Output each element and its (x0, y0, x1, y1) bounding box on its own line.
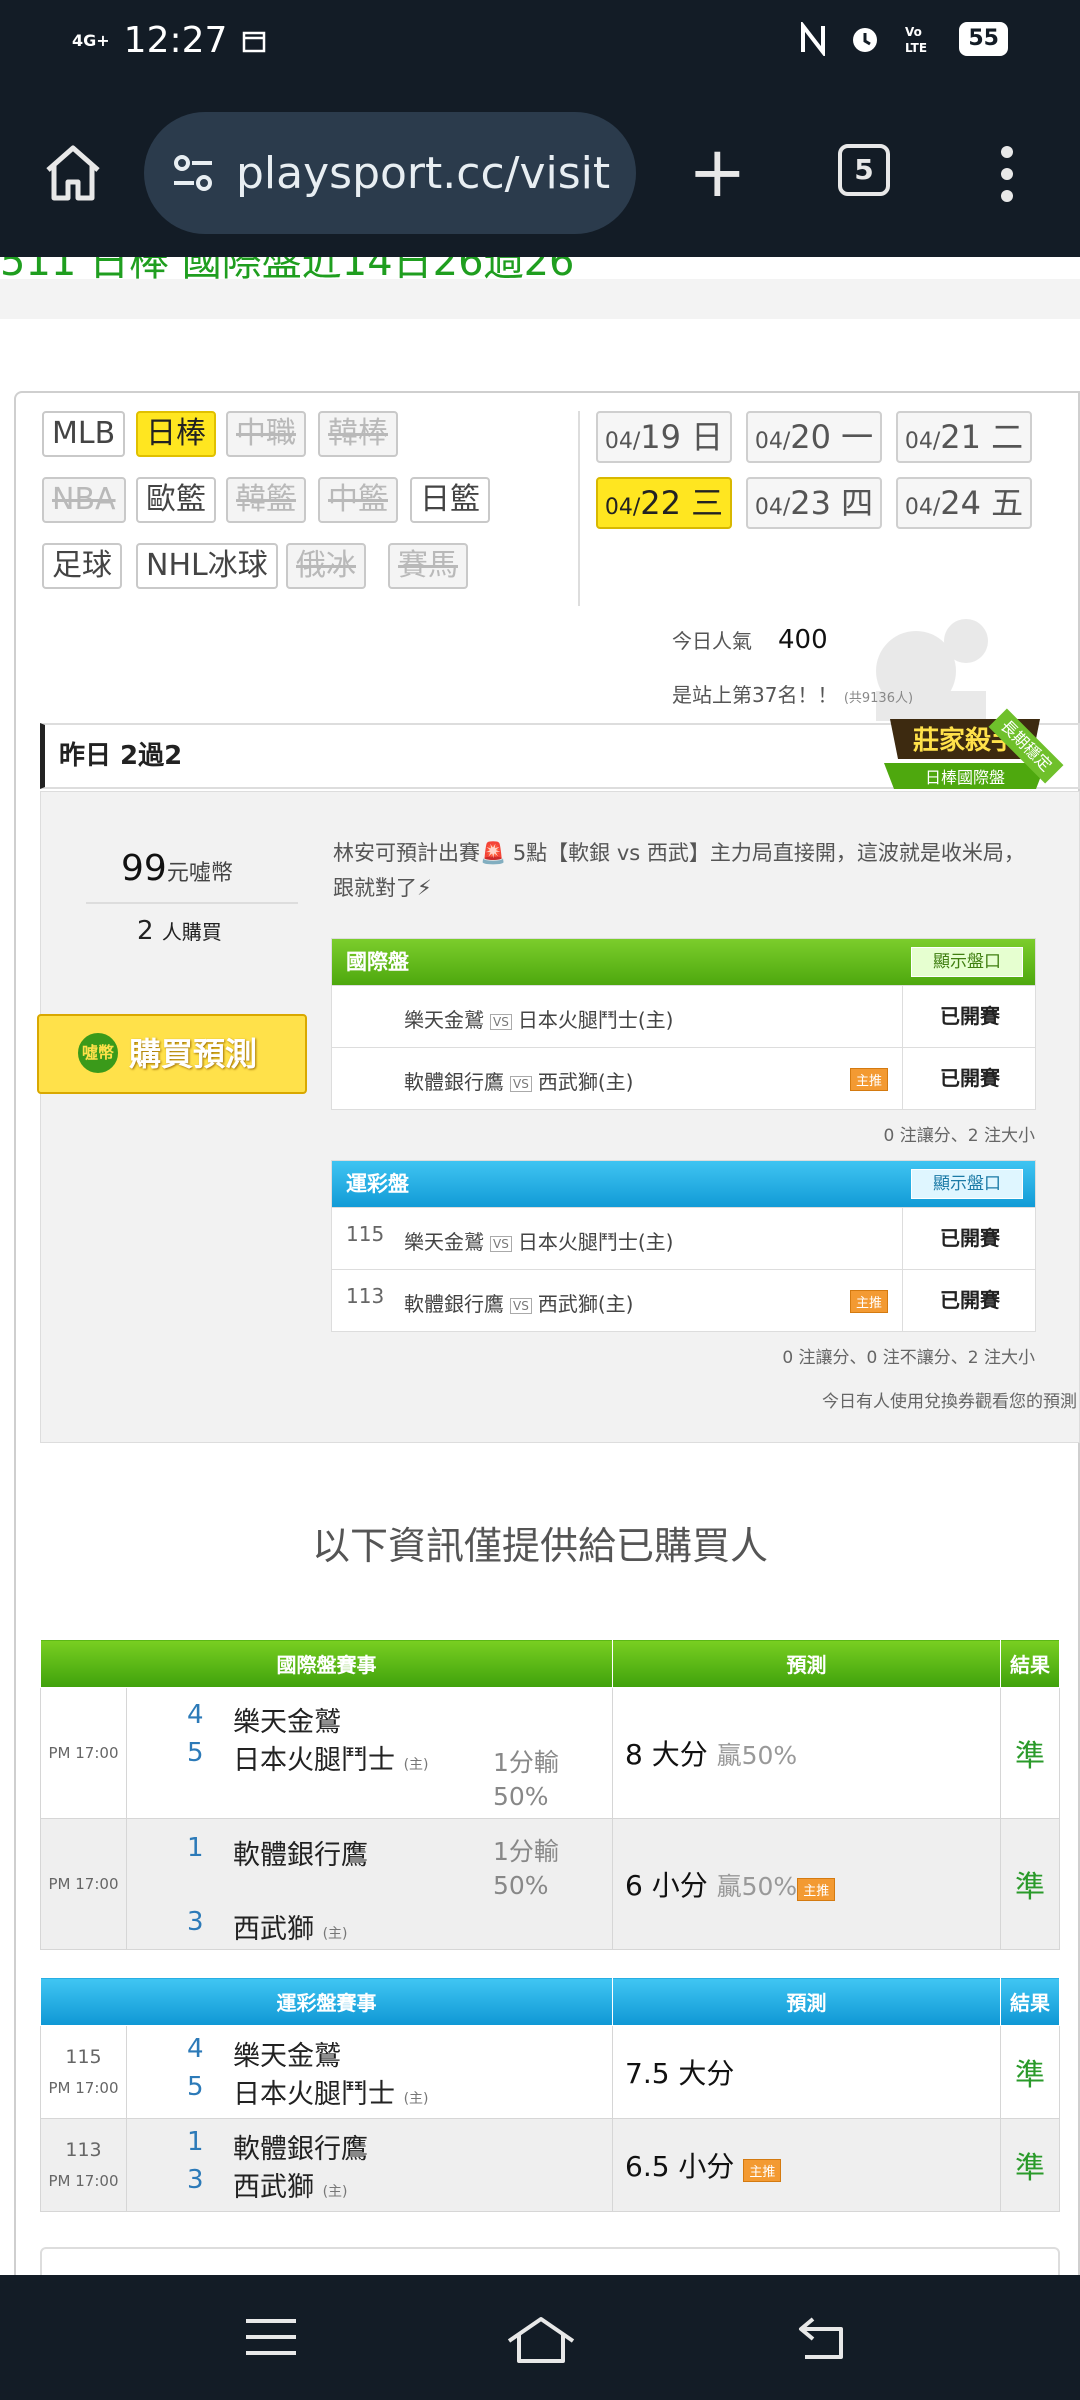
sport-khl[interactable]: 俄冰 (286, 543, 366, 589)
calendar-icon (243, 31, 266, 52)
buyer-only-heading: 以下資訊僅提供給已購買人 (311, 1524, 768, 1568)
home-icon[interactable] (40, 140, 106, 206)
sport-horse-racing[interactable]: 賽馬 (388, 543, 468, 589)
site-settings-icon[interactable] (168, 148, 218, 198)
voucher-note: 今日有人使用兌換券觀看您的預測 (822, 1392, 1077, 1412)
buyer-count: 2 人購買 (137, 916, 222, 946)
recents-icon[interactable] (244, 2315, 298, 2359)
table-row: 軟體銀行鷹 VS 西武獅(主) 主推 已開賽 (332, 1047, 1035, 1109)
divider (578, 411, 580, 606)
sport-soccer[interactable]: 足球 (42, 543, 122, 589)
intl-results-table: 國際盤賽事 預測 結果 PM 17:00 4 樂天金鷲 5 日本火腿鬥士 (主)… (40, 1639, 1060, 1950)
table-row: PM 17:00 4 樂天金鷲 5 日本火腿鬥士 (主) 1分輸 50% 8 大分… (40, 1687, 1060, 1819)
table-row: 113 軟體銀行鷹 VS 西武獅(主) 主推 已開賽 (332, 1269, 1035, 1331)
intl-market-table: 國際盤 顯示盤口 樂天金鷲 VS 日本火腿鬥士(主) 已開賽 軟體銀行鷹 VS 西武獅(主… (331, 938, 1036, 1146)
next-card (40, 2247, 1060, 2275)
sport-npb[interactable]: 日棒 (136, 411, 216, 457)
svg-text:Vo: Vo (905, 25, 922, 39)
sport-kbo[interactable]: 韓棒 (318, 411, 398, 457)
browser-toolbar: playsport.cc/visit + 5 (0, 92, 1080, 257)
address-bar[interactable]: playsport.cc/visit (144, 112, 636, 234)
popularity-value: 400 (778, 625, 828, 655)
sport-bleague[interactable]: 日籃 (410, 477, 490, 523)
date-0424[interactable]: 04/24 五 (896, 477, 1032, 529)
main-pick-tag: 主推 (797, 1878, 836, 1901)
sport-euro-basketball[interactable]: 歐籃 (136, 477, 216, 523)
date-0419[interactable]: 04/19 日 (596, 411, 732, 463)
coin-icon: 噓幣 (75, 1030, 121, 1076)
system-nav-bar (0, 2275, 1080, 2400)
nfc-icon (801, 22, 826, 56)
date-0421[interactable]: 04/21 二 (896, 411, 1032, 463)
table-row: 115 樂天金鷲 VS 日本火腿鬥士(主) 已開賽 (332, 1207, 1035, 1269)
prediction-box: 99元噓幣 2 人購買 噓幣 購買預測 林安可預計出賽🚨 5點【軟銀 vs 西武】… (37, 791, 1080, 1443)
tab-switcher-button[interactable]: 5 (838, 144, 890, 196)
title-band (0, 279, 1080, 319)
author-message: 林安可預計出賽🚨 5點【軟銀 vs 西武】主力局直接開，這波就是收米局，跟就對了… (333, 841, 1025, 900)
table-row: 115 PM 17:00 4 樂天金鷲 5 日本火腿鬥士 (主) 7.5 大分 準 (40, 2025, 1060, 2119)
sport-kbl[interactable]: 韓籃 (226, 477, 306, 523)
network-indicator: 4G+ (72, 30, 110, 50)
date-0423[interactable]: 04/23 四 (746, 477, 882, 529)
col-header: 國際盤賽事 (40, 1639, 613, 1688)
popularity: 今日人氣 400 (672, 625, 828, 655)
show-odds-button[interactable]: 顯示盤口 (911, 947, 1023, 977)
new-tab-button[interactable]: + (688, 137, 747, 207)
col-header: 運彩盤賽事 (40, 1977, 613, 2026)
table-row: 樂天金鷲 VS 日本火腿鬥士(主) 已開賽 (332, 985, 1035, 1047)
result-mark: 準 (1000, 1687, 1060, 1819)
web-page: 511 日棒 國際盤近14日26過26 MLB 日棒 中職 韓棒 NBA 歐籃 … (0, 257, 1080, 2275)
svg-text:LTE: LTE (905, 41, 927, 55)
home-nav-icon[interactable] (505, 2315, 577, 2365)
sport-nba[interactable]: NBA (42, 477, 126, 523)
alarm-icon (853, 28, 878, 52)
col-header: 預測 (612, 1977, 1001, 2026)
divider (86, 902, 298, 904)
date-0422[interactable]: 04/22 三 (596, 477, 732, 529)
result-mark: 準 (1000, 1818, 1060, 1950)
main-pick-tag: 主推 (850, 1290, 889, 1313)
main-pick-tag: 主推 (850, 1068, 889, 1091)
back-icon[interactable] (795, 2315, 851, 2361)
bet-count-note: 0 注讓分、0 注不讓分、2 注大小 (782, 1348, 1035, 1368)
volte-icon: Vo LTE (905, 25, 927, 55)
price: 99元噓幣 (121, 848, 233, 889)
table-row: PM 17:00 1 軟體銀行鷹 1分輸 50% 3 西武獅 (主) 6 小分 贏… (40, 1818, 1060, 1950)
col-header: 結果 (1000, 1977, 1060, 2026)
bet-count-note: 0 注讓分、2 注大小 (883, 1126, 1035, 1146)
svg-text:日棒國際盤: 日棒國際盤 (925, 768, 1005, 787)
sport-cba[interactable]: 中籃 (318, 477, 398, 523)
sport-nhl[interactable]: NHL冰球 (136, 543, 278, 589)
lottery-results-table: 運彩盤賽事 預測 結果 115 PM 17:00 4 樂天金鷲 5 日本火腿鬥士 … (40, 1977, 1060, 2212)
show-odds-button[interactable]: 顯示盤口 (911, 1169, 1023, 1199)
sport-mlb[interactable]: MLB (42, 411, 126, 457)
main-pick-tag: 主推 (743, 2159, 782, 2182)
lottery-market-table: 運彩盤 顯示盤口 115 樂天金鷲 VS 日本火腿鬥士(主) 已開賽 113 軟體銀行… (331, 1160, 1036, 1368)
battery-icon: 55 (959, 22, 1008, 56)
result-mark: 準 (1000, 2118, 1060, 2212)
status-bar: 4G+ 12:27 Vo LTE 55 (0, 0, 1080, 92)
table-row: 113 PM 17:00 1 軟體銀行鷹 3 西武獅 (主) 6.5 小分 主推 … (40, 2118, 1060, 2212)
col-header: 預測 (612, 1639, 1001, 1688)
more-menu-icon[interactable] (1000, 146, 1014, 202)
url-text[interactable]: playsport.cc/visit (236, 148, 610, 199)
status-time: 12:27 (123, 20, 228, 61)
rank-text: 是站上第37名！！ (共9136人) (672, 683, 914, 707)
result-mark: 準 (1000, 2025, 1060, 2119)
sport-cpbl[interactable]: 中職 (226, 411, 306, 457)
buy-prediction-button[interactable]: 噓幣 購買預測 (37, 1014, 307, 1094)
col-header: 結果 (1000, 1639, 1060, 1688)
date-0420[interactable]: 04/20 一 (746, 411, 882, 463)
